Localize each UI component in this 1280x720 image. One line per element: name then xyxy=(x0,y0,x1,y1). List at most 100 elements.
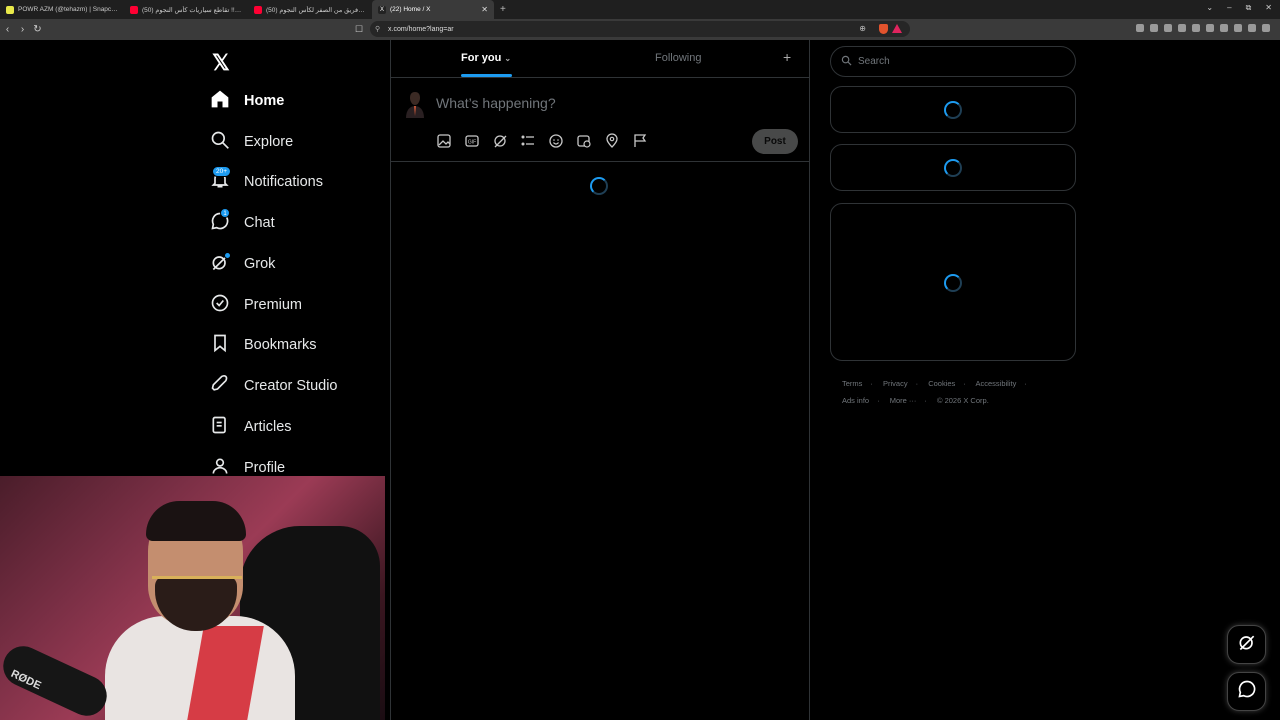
search-icon xyxy=(841,53,852,71)
nav-item-articles[interactable]: Articles xyxy=(210,412,292,442)
bookmark-page-icon[interactable]: ☐ xyxy=(355,24,363,35)
minimize-icon[interactable]: – xyxy=(1227,3,1231,13)
close-window-icon[interactable]: ✕ xyxy=(1265,3,1272,13)
footer-separator: · xyxy=(915,379,919,388)
close-tab-icon[interactable]: ✕ xyxy=(481,5,488,14)
chat-icon xyxy=(1237,679,1257,704)
tab-label: POWR AZM (@tehazm) | Snapchat St... xyxy=(18,6,118,13)
nav-item-creator-studio[interactable]: Creator Studio xyxy=(210,371,338,401)
snapchat-favicon-icon xyxy=(6,5,14,14)
post-button[interactable]: Post xyxy=(752,129,798,154)
extension-icon[interactable] xyxy=(1150,24,1158,32)
feed-tabs: For you ⌄ Following + xyxy=(391,40,809,78)
sidebar-card xyxy=(830,203,1076,361)
tab-label: (50) تقاطع سياريات كأس النجوم !! - YouTu… xyxy=(142,6,242,14)
site-info-icon[interactable]: ⚲ xyxy=(375,25,380,33)
nav-item-explore[interactable]: Explore xyxy=(210,127,293,157)
nav-item-bookmarks[interactable]: Bookmarks xyxy=(210,330,317,360)
articles-icon xyxy=(210,415,230,440)
tab-for-you[interactable]: For you ⌄ xyxy=(461,52,511,64)
composer-toolbar: GIF xyxy=(436,133,648,154)
restore-icon[interactable]: ⧉ xyxy=(1246,3,1252,13)
card-loading-spinner xyxy=(944,159,962,177)
webcam-hair xyxy=(146,501,246,541)
footer-row: Terms · Privacy · Cookies · Accessibility · xyxy=(842,375,1072,392)
avatar[interactable] xyxy=(403,90,427,118)
brave-shields-icon[interactable] xyxy=(879,24,888,34)
sidebar-card xyxy=(830,86,1076,133)
notification-badge: 20+ xyxy=(212,165,232,177)
footer-separator: · xyxy=(870,379,873,388)
card-loading-spinner xyxy=(944,101,962,119)
nav-item-premium[interactable]: Premium xyxy=(210,290,302,320)
feed-loading-spinner xyxy=(590,177,608,195)
x-logo-icon[interactable]: 𝕏 xyxy=(212,50,230,76)
grok-icon xyxy=(210,251,231,277)
gif-icon[interactable]: GIF xyxy=(464,133,480,154)
back-icon[interactable]: ‹ xyxy=(0,24,15,35)
extension-icon[interactable] xyxy=(1164,24,1172,32)
extension-icon[interactable] xyxy=(1178,24,1186,32)
zoom-icon[interactable]: ⊕ xyxy=(859,24,866,33)
chat-floating-button[interactable] xyxy=(1227,672,1266,711)
nav-label: Bookmarks xyxy=(244,337,317,353)
poll-icon[interactable] xyxy=(520,133,536,154)
composer-input[interactable]: What’s happening? xyxy=(436,95,556,111)
nav-label: Chat xyxy=(244,215,275,231)
x-favicon-icon: X xyxy=(378,5,386,14)
menu-icon[interactable] xyxy=(1262,24,1270,32)
chat-badge: 1 xyxy=(220,207,230,218)
grok-icon[interactable] xyxy=(492,133,508,154)
nav-item-grok[interactable]: Grok xyxy=(210,249,275,279)
forward-icon[interactable]: › xyxy=(15,24,30,35)
footer-link-ads-info[interactable]: Ads info xyxy=(842,396,869,405)
location-icon[interactable] xyxy=(604,133,620,154)
flag-icon[interactable] xyxy=(632,133,648,154)
footer-separator: · xyxy=(963,379,966,388)
nav-label: Home xyxy=(244,93,285,109)
footer-link-accessibility[interactable]: Accessibility xyxy=(975,379,1016,388)
leo-icon[interactable] xyxy=(1234,24,1242,32)
search-input[interactable]: Search xyxy=(830,46,1076,77)
grok-floating-button[interactable] xyxy=(1227,625,1266,664)
chevron-down-icon: ⌄ xyxy=(504,54,512,63)
footer-separator: · xyxy=(877,396,880,405)
schedule-icon[interactable] xyxy=(576,133,592,154)
media-icon[interactable] xyxy=(436,133,452,154)
footer-link-cookies[interactable]: Cookies xyxy=(928,379,955,388)
svg-text:GIF: GIF xyxy=(468,140,476,146)
new-tab-icon[interactable]: + xyxy=(500,4,506,15)
tab-label: (50) جهزنا فريق من الصفر لكأس النجوم... xyxy=(266,6,366,14)
footer-separator: · xyxy=(924,396,927,405)
browser-tab-bar: POWR AZM (@tehazm) | Snapchat St... (50)… xyxy=(0,0,1280,19)
tab-following[interactable]: Following xyxy=(655,52,701,64)
browser-toolbar: ‹ › ↻ ☐ ⚲ x.com/home?lang=ar ⊕ xyxy=(0,19,1280,40)
brave-rewards-icon[interactable] xyxy=(892,24,902,33)
reload-icon[interactable]: ↻ xyxy=(30,24,45,35)
emoji-icon[interactable] xyxy=(548,133,564,154)
browser-tab[interactable]: (50) تقاطع سياريات كأس النجوم !! - YouTu… xyxy=(124,0,248,19)
add-feed-icon[interactable]: + xyxy=(783,49,791,65)
search-placeholder: Search xyxy=(858,56,890,67)
nav-label: Grok xyxy=(244,256,276,272)
nav-item-notifications[interactable]: 20+ Notifications xyxy=(210,165,323,197)
nav-item-chat[interactable]: 1 Chat xyxy=(210,207,275,238)
browser-tab[interactable]: (50) جهزنا فريق من الصفر لكأس النجوم... xyxy=(248,0,372,19)
sidebar-toggle-icon[interactable] xyxy=(1206,24,1214,32)
window-controls: ⌄ – ⧉ ✕ xyxy=(1206,3,1272,13)
wallet-icon[interactable] xyxy=(1220,24,1228,32)
nav-item-home[interactable]: Home xyxy=(210,86,284,116)
tab-search-icon[interactable]: ⌄ xyxy=(1206,3,1213,13)
extension-icon[interactable] xyxy=(1136,24,1144,32)
address-bar[interactable]: ⚲ x.com/home?lang=ar ⊕ xyxy=(370,21,910,37)
vpn-icon[interactable] xyxy=(1248,24,1256,32)
footer-link-terms[interactable]: Terms xyxy=(842,379,862,388)
browser-tab[interactable]: POWR AZM (@tehazm) | Snapchat St... xyxy=(0,0,124,19)
chat-icon: 1 xyxy=(210,207,230,236)
active-tab-indicator xyxy=(461,74,512,77)
music-icon[interactable] xyxy=(1192,24,1200,32)
footer-link-more[interactable]: More ··· xyxy=(890,396,917,405)
footer-link-privacy[interactable]: Privacy xyxy=(883,379,908,388)
tab-for-you-label: For you xyxy=(461,52,502,64)
browser-tab-active[interactable]: X (22) Home / X ✕ xyxy=(372,0,494,19)
